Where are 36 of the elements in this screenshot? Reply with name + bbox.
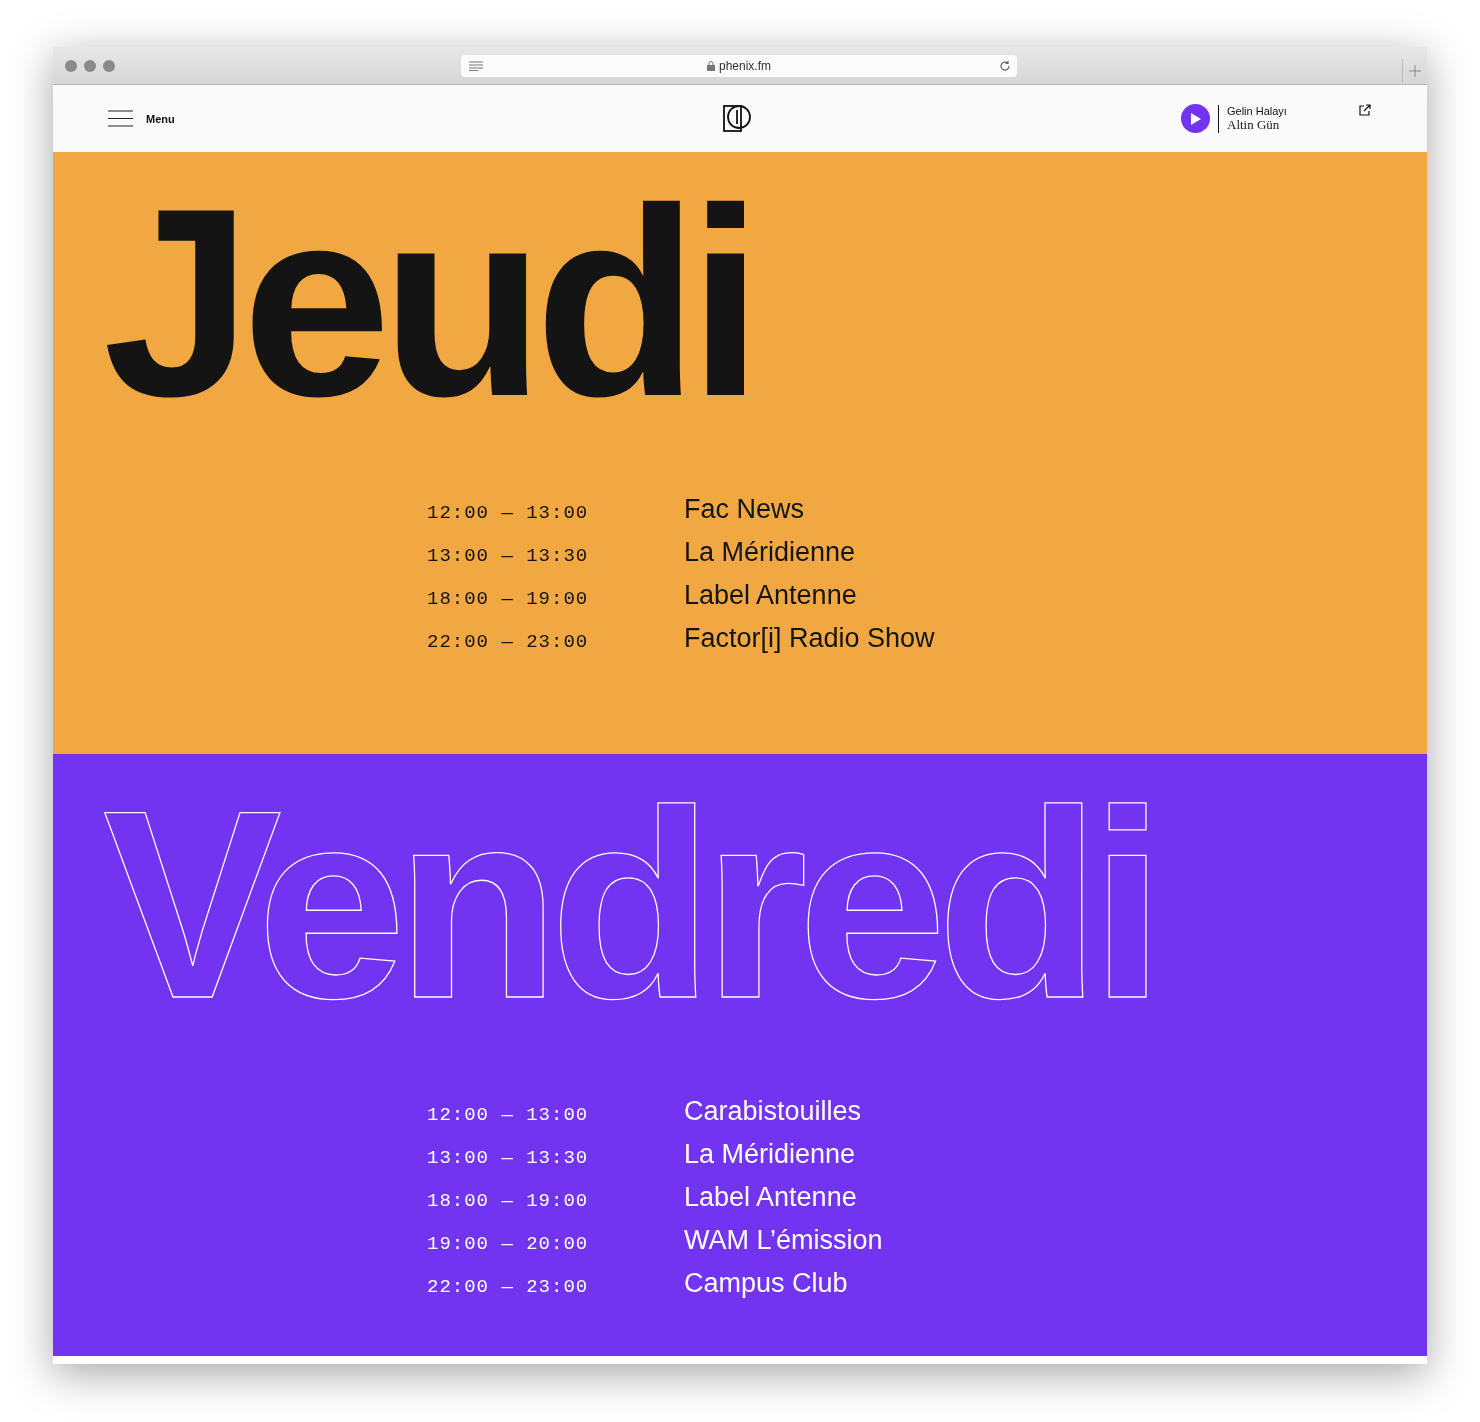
day-title: Vendredi [103,754,1155,1038]
window-close-button[interactable] [65,59,77,72]
window-zoom-button[interactable] [103,59,115,72]
show-title[interactable]: La Méridienne [684,1139,1427,1170]
show-title[interactable]: Campus Club [684,1268,1427,1299]
show-title[interactable]: WAM L’émission [684,1225,1427,1256]
time-range: 18:00 — 19:00 [427,1190,590,1212]
logo-icon[interactable] [723,103,753,133]
play-icon [1190,112,1201,125]
show-title[interactable]: Label Antenne [684,1182,1427,1213]
time-range: 22:00 — 23:00 [427,1276,590,1298]
hamburger-icon [108,110,133,127]
time-range: 13:00 — 13:30 [427,1147,590,1169]
external-link-icon[interactable] [1359,104,1371,116]
time-range: 12:00 — 13:00 [427,1104,590,1126]
menu-button[interactable]: Menu [108,110,175,127]
show-title[interactable]: Carabistouilles [684,1096,1427,1127]
url-text: phenix.fm [719,59,771,73]
time-range: 13:00 — 13:30 [427,545,590,567]
time-range: 22:00 — 23:00 [427,631,590,653]
day-title: Jeudi [103,152,753,436]
window-minimize-button[interactable] [84,59,96,72]
reader-icon[interactable] [469,61,483,71]
play-button[interactable] [1181,104,1210,133]
time-range: 12:00 — 13:00 [427,502,590,524]
show-title[interactable]: Fac News [684,494,1427,525]
track-title: Gelin Halayı [1227,104,1287,117]
show-title[interactable]: La Méridienne [684,537,1427,568]
address-bar[interactable]: phenix.fm [461,55,1017,77]
reload-icon[interactable] [999,60,1011,72]
time-range: 18:00 — 19:00 [427,588,590,610]
show-title[interactable]: Factor[i] Radio Show [684,623,1427,654]
time-range: 19:00 — 20:00 [427,1233,590,1255]
track-artist: Altin Gün [1227,116,1280,133]
show-title[interactable]: Label Antenne [684,580,1427,611]
lock-icon [707,61,715,71]
